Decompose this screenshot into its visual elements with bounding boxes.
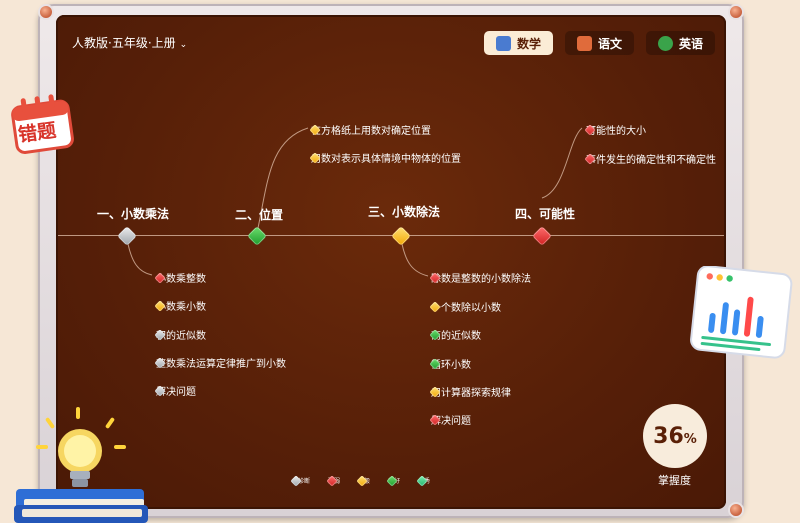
tab-chinese[interactable]: 语文	[565, 31, 635, 55]
section-title-position[interactable]: 二、位置	[235, 206, 283, 223]
list-item-label: 在方格纸上用数对确定位置	[311, 126, 431, 137]
list-item[interactable]: 用数对表示具体情境中物体的位置	[309, 150, 461, 165]
screw-decoration	[40, 6, 52, 18]
tab-chinese-label: 语文	[598, 36, 623, 51]
list-item-label: 整数乘法运算定律推广到小数	[156, 359, 286, 370]
section-title-decimal-multiplication[interactable]: 一、小数乘法	[97, 205, 169, 222]
list-item[interactable]: 除数是整数的小数除法	[429, 270, 531, 285]
report-chart-icon[interactable]	[690, 266, 794, 362]
list-item[interactable]: 一个数除以小数	[429, 299, 501, 314]
list-item[interactable]: 商的近似数	[429, 327, 481, 342]
subject-tabs: 数学 语文 英语	[484, 31, 716, 55]
mastery-legend: 未诊断 薄弱 一般 较好 优秀	[290, 474, 430, 487]
english-icon	[658, 35, 674, 51]
list-item[interactable]: 用计算器探索规律	[429, 384, 511, 399]
mastery-unit: %	[683, 431, 697, 447]
mastery-label: 掌握度	[658, 474, 691, 487]
tab-math-label: 数学	[517, 36, 542, 51]
legend-item: 一般	[356, 474, 370, 487]
legend-item: 优秀	[416, 474, 430, 487]
list-item-label: 事件发生的确定性和不确定性	[586, 155, 716, 166]
grade-selector[interactable]: 人教版·五年级·上册 ⌄	[72, 34, 187, 51]
lightbulb-books-icon	[14, 407, 148, 523]
list-item[interactable]: 整数乘法运算定律推广到小数	[154, 355, 286, 370]
screw-decoration	[730, 6, 742, 18]
section-title-decimal-division[interactable]: 三、小数除法	[368, 203, 440, 220]
grade-selector-label: 人教版·五年级·上册	[72, 36, 176, 50]
list-item-label: 用数对表示具体情境中物体的位置	[311, 154, 461, 165]
list-item[interactable]: 循环小数	[429, 356, 471, 371]
legend-item: 较好	[386, 474, 400, 487]
legend-item: 薄弱	[326, 474, 340, 487]
mastery-value: 36	[653, 423, 684, 449]
mastery-circle[interactable]: 36%	[643, 404, 707, 468]
list-item[interactable]: 事件发生的确定性和不确定性	[584, 151, 716, 166]
list-item[interactable]: 小数乘小数	[154, 298, 206, 313]
list-item[interactable]: 解决问题	[429, 412, 471, 427]
list-item[interactable]: 可能性的大小	[584, 122, 646, 137]
tab-english[interactable]: 英语	[646, 31, 716, 55]
legend-item: 未诊断	[290, 474, 310, 487]
screw-decoration	[730, 504, 742, 516]
chevron-down-icon: ⌄	[179, 40, 188, 50]
list-item[interactable]: 小数乘整数	[154, 270, 206, 285]
list-item[interactable]: 积的近似数	[154, 327, 206, 342]
tab-math[interactable]: 数学	[484, 31, 554, 55]
knowledge-board	[56, 15, 726, 509]
math-icon	[496, 35, 511, 51]
list-item[interactable]: 在方格纸上用数对确定位置	[309, 122, 431, 137]
list-item-label: 除数是整数的小数除法	[431, 274, 531, 285]
mistake-badge-label: 错题	[16, 119, 58, 147]
list-item[interactable]: 解决问题	[154, 383, 196, 398]
list-item-label: 用计算器探索规律	[431, 388, 511, 399]
list-item-label: 一个数除以小数	[431, 303, 501, 314]
chinese-icon	[577, 35, 593, 51]
section-title-possibility[interactable]: 四、可能性	[515, 205, 575, 222]
tab-english-label: 英语	[679, 36, 704, 51]
